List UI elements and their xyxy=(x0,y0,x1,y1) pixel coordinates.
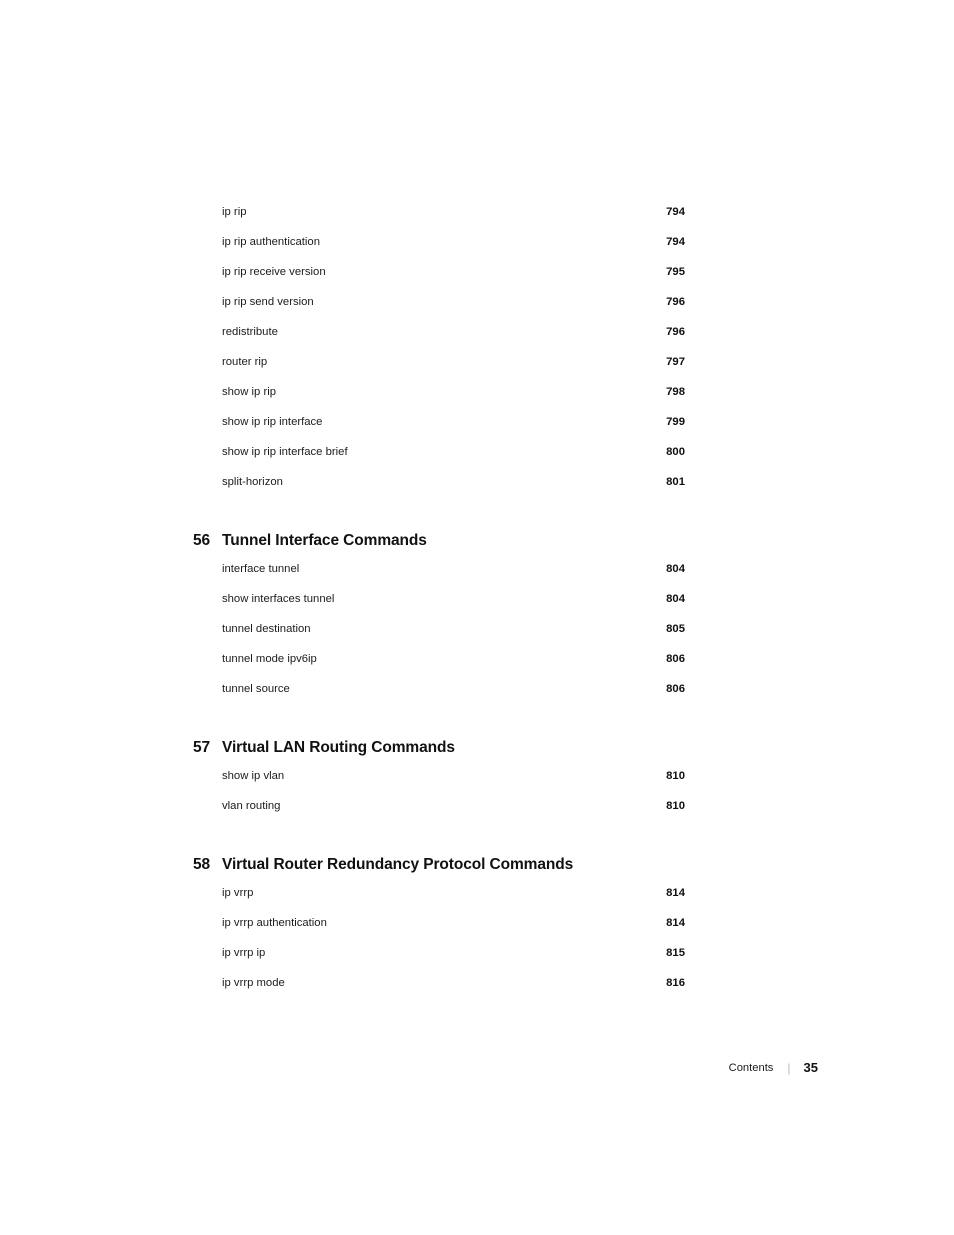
toc-entry-label: ip vrrp ip xyxy=(222,947,266,959)
toc-entry-page: 799 xyxy=(666,416,685,428)
chapter-title: Virtual Router Redundancy Protocol Comma… xyxy=(222,856,574,873)
toc-entry-label: router rip xyxy=(222,356,268,368)
toc-entry-label: ip vrrp mode xyxy=(222,977,285,989)
toc-entry-page: 810 xyxy=(666,800,685,812)
toc-entry[interactable]: show ip rip interface brief 800 xyxy=(193,446,685,476)
chapter-number: 57 xyxy=(193,739,211,756)
toc-entry-page: 810 xyxy=(666,770,685,782)
chapter-number: 58 xyxy=(193,856,211,873)
toc-entry-page: 804 xyxy=(666,563,685,575)
chapter-title: Tunnel Interface Commands xyxy=(222,532,427,549)
toc-entry[interactable]: ip rip authentication 794 xyxy=(193,236,685,266)
toc-entry-label: ip vrrp xyxy=(222,887,254,899)
toc-entry[interactable]: ip vrrp ip 815 xyxy=(193,947,685,977)
toc-entry[interactable]: vlan routing 810 xyxy=(193,800,685,830)
toc-entry-label: ip rip authentication xyxy=(222,236,320,248)
toc-entry-page: 805 xyxy=(666,623,685,635)
toc-entry[interactable]: ip vrrp mode 816 xyxy=(193,977,685,1007)
toc-entry[interactable]: ip rip send version 796 xyxy=(193,296,685,326)
toc-entry[interactable]: router rip 797 xyxy=(193,356,685,386)
toc-entry-label: split-horizon xyxy=(222,476,283,488)
page-footer: Contents | 35 xyxy=(0,1060,818,1075)
toc-entry-page: 814 xyxy=(666,917,685,929)
toc-entry-label: interface tunnel xyxy=(222,563,300,575)
chapter-title: Virtual LAN Routing Commands xyxy=(222,739,455,756)
chapter-number: 56 xyxy=(193,532,211,549)
toc-entry-label: tunnel mode ipv6ip xyxy=(222,653,317,665)
toc-entry-label: show interfaces tunnel xyxy=(222,593,335,605)
toc-entry[interactable]: show ip rip interface 799 xyxy=(193,416,685,446)
toc-entry-page: 794 xyxy=(666,206,685,218)
toc-entry-page: 804 xyxy=(666,593,685,605)
toc-page: ip rip 794 ip rip authentication 794 ip … xyxy=(0,0,954,1235)
toc-entry-page: 801 xyxy=(666,476,685,488)
toc-entry-page: 795 xyxy=(666,266,685,278)
toc-entry-page: 816 xyxy=(666,977,685,989)
toc-entry-page: 794 xyxy=(666,236,685,248)
toc-entry-page: 800 xyxy=(666,446,685,458)
toc-entry-label: show ip rip xyxy=(222,386,276,398)
toc-entry-page: 797 xyxy=(666,356,685,368)
toc-entry[interactable]: tunnel source 806 xyxy=(193,683,685,713)
toc-entry[interactable]: split-horizon 801 xyxy=(193,476,685,506)
toc-entry-page: 798 xyxy=(666,386,685,398)
toc-entry-label: show ip rip interface xyxy=(222,416,323,428)
toc-entry-page: 814 xyxy=(666,887,685,899)
chapter-heading-58[interactable]: 58 Virtual Router Redundancy Protocol Co… xyxy=(193,856,685,874)
footer-page-number: 35 xyxy=(803,1060,818,1075)
footer-section-label: Contents xyxy=(728,1061,774,1074)
toc-entry[interactable]: show ip rip 798 xyxy=(193,386,685,416)
toc-entry[interactable]: show interfaces tunnel 804 xyxy=(193,593,685,623)
toc-entry-page: 796 xyxy=(666,326,685,338)
toc-entry-page: 796 xyxy=(666,296,685,308)
toc-entry-group-56: interface tunnel 804 show interfaces tun… xyxy=(193,563,685,713)
toc-entry-group-continued: ip rip 794 ip rip authentication 794 ip … xyxy=(193,206,685,506)
toc-entry[interactable]: ip rip 794 xyxy=(193,206,685,236)
toc-entry-label: show ip vlan xyxy=(222,770,285,782)
toc-entry-label: redistribute xyxy=(222,326,278,338)
chapter-heading-56[interactable]: 56 Tunnel Interface Commands xyxy=(193,532,685,550)
toc-entry[interactable]: tunnel destination 805 xyxy=(193,623,685,653)
toc-entry[interactable]: interface tunnel 804 xyxy=(193,563,685,593)
toc-content: ip rip 794 ip rip authentication 794 ip … xyxy=(193,206,685,1007)
toc-entry-page: 815 xyxy=(666,947,685,959)
toc-entry[interactable]: show ip vlan 810 xyxy=(193,770,685,800)
toc-entry-label: tunnel source xyxy=(222,683,290,695)
toc-entry-label: show ip rip interface brief xyxy=(222,446,348,458)
toc-entry[interactable]: ip vrrp authentication 814 xyxy=(193,917,685,947)
toc-entry-label: ip rip send version xyxy=(222,296,314,308)
footer-separator: | xyxy=(787,1060,791,1075)
toc-entry-label: vlan routing xyxy=(222,800,281,812)
toc-entry-label: tunnel destination xyxy=(222,623,311,635)
toc-entry-label: ip vrrp authentication xyxy=(222,917,327,929)
toc-entry-page: 806 xyxy=(666,683,685,695)
chapter-heading-57[interactable]: 57 Virtual LAN Routing Commands xyxy=(193,739,685,757)
toc-entry-label: ip rip receive version xyxy=(222,266,326,278)
toc-entry-label: ip rip xyxy=(222,206,247,218)
toc-entry-page: 806 xyxy=(666,653,685,665)
toc-entry-group-58: ip vrrp 814 ip vrrp authentication 814 i… xyxy=(193,887,685,1007)
toc-entry-group-57: show ip vlan 810 vlan routing 810 xyxy=(193,770,685,830)
toc-entry[interactable]: redistribute 796 xyxy=(193,326,685,356)
toc-entry[interactable]: tunnel mode ipv6ip 806 xyxy=(193,653,685,683)
toc-entry[interactable]: ip rip receive version 795 xyxy=(193,266,685,296)
toc-entry[interactable]: ip vrrp 814 xyxy=(193,887,685,917)
